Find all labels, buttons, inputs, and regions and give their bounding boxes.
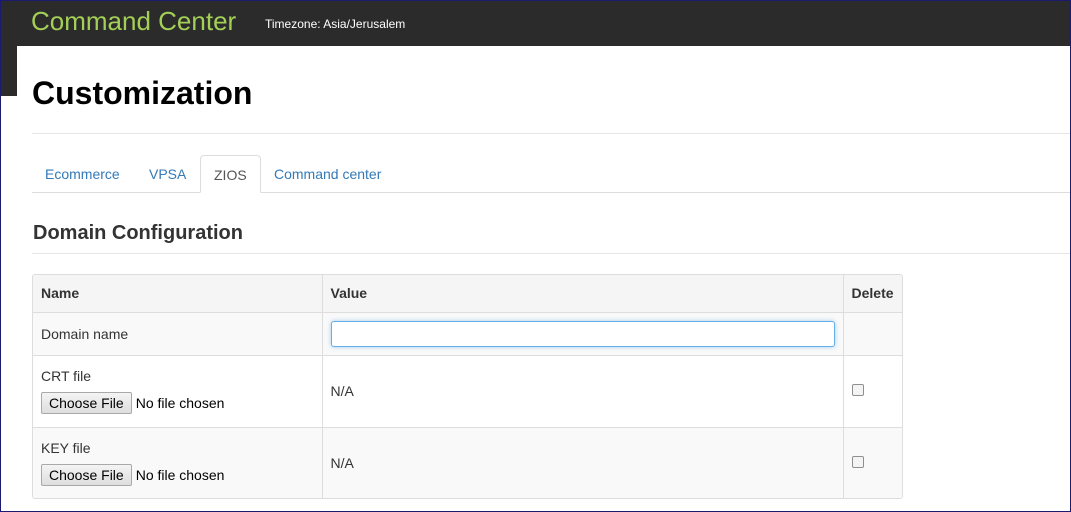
- crt-name-cell: CRT file Choose File No file chosen: [33, 355, 323, 428]
- table-row-key: KEY file Choose File No file chosen N/A: [33, 427, 902, 498]
- domain-delete-cell: [843, 312, 902, 356]
- top-navbar: Command Center Timezone: Asia/Jerusalem: [0, 0, 1071, 46]
- domain-config-table: Name Value Delete Domain name CRT file C…: [32, 274, 903, 499]
- key-value: N/A: [322, 427, 844, 498]
- key-delete-cell: [843, 427, 902, 498]
- crt-delete-cell: [843, 355, 902, 428]
- key-file-picker: Choose File No file chosen: [41, 464, 314, 487]
- crt-delete-checkbox[interactable]: [851, 384, 864, 396]
- domain-name-input[interactable]: [330, 320, 835, 347]
- table-row-domain: Domain name: [33, 312, 902, 356]
- table-row-crt: CRT file Choose File No file chosen N/A: [33, 355, 902, 428]
- key-delete-checkbox[interactable]: [851, 456, 864, 469]
- section-title: Domain Configuration: [33, 222, 243, 244]
- page-title: Customization: [32, 75, 253, 111]
- crt-file-status: No file chosen: [135, 395, 225, 411]
- domain-name-label: Domain name: [33, 312, 323, 356]
- brand-logo[interactable]: Command Center: [31, 5, 236, 37]
- main-content: Customization Ecommerce VPSA ZIOS Comman…: [17, 46, 1071, 511]
- header-delete: Delete: [843, 275, 902, 313]
- crt-choose-file-button[interactable]: Choose File: [41, 392, 132, 414]
- sidebar-strip: [0, 46, 17, 96]
- tab-ecommerce[interactable]: Ecommerce: [32, 155, 133, 193]
- header-name: Name: [33, 275, 323, 313]
- key-file-status: No file chosen: [135, 467, 225, 484]
- tab-vpsa[interactable]: VPSA: [136, 155, 199, 193]
- header-value: Value: [322, 275, 844, 313]
- timezone-label: Timezone: Asia/Jerusalem: [265, 17, 406, 31]
- table-header-row: Name Value Delete: [33, 275, 902, 313]
- section-divider: [32, 253, 1071, 254]
- title-divider: [32, 133, 1071, 134]
- tab-command-center[interactable]: Command center: [261, 155, 394, 193]
- key-name-cell: KEY file Choose File No file chosen: [33, 427, 323, 498]
- tab-bar: Ecommerce VPSA ZIOS Command center: [32, 155, 1071, 193]
- crt-value: N/A: [322, 355, 844, 428]
- key-file-label: KEY file: [41, 440, 91, 457]
- key-choose-file-button[interactable]: Choose File: [41, 464, 132, 487]
- crt-file-picker: Choose File No file chosen: [41, 392, 314, 414]
- crt-file-label: CRT file: [41, 368, 92, 384]
- tab-zios[interactable]: ZIOS: [200, 155, 261, 193]
- domain-value-cell: [322, 312, 844, 356]
